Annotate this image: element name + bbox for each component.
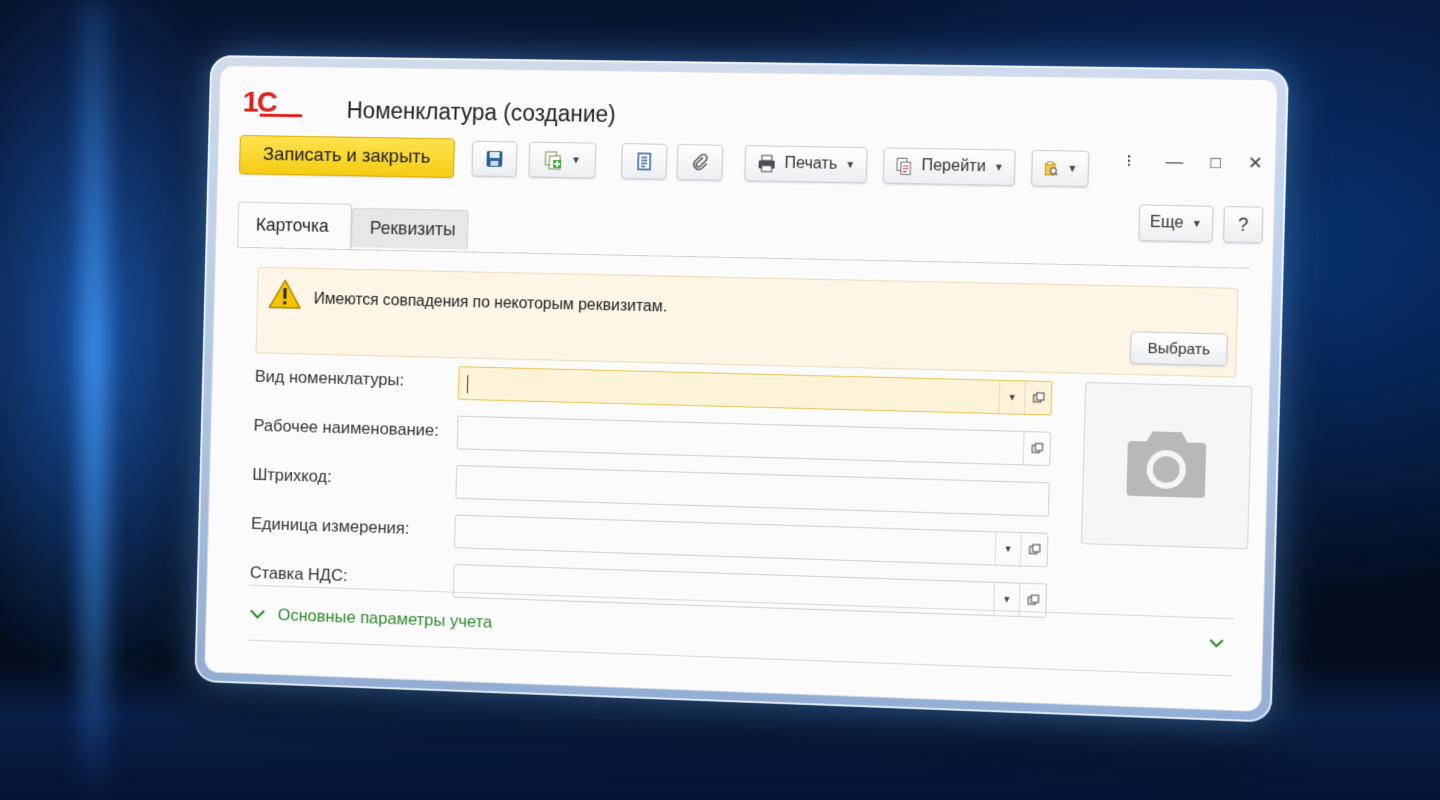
barcode-field[interactable] [455,465,1049,517]
chevron-down-icon [249,608,267,620]
open-icon[interactable] [1024,381,1051,414]
chevron-down-icon: ▼ [1192,218,1203,229]
save-button[interactable] [472,141,518,177]
create-based-on-icon [543,150,563,170]
unit-field[interactable]: ▼ [454,515,1048,568]
section-title: Основные параметры учета [277,605,492,632]
print-button[interactable]: Печать ▼ [744,145,867,183]
tab-strip: Карточка Реквизиты [237,202,238,247]
chevron-down-icon: ▼ [1067,163,1077,174]
document-button[interactable] [621,143,668,180]
print-label: Печать [784,155,837,174]
printer-icon [756,153,777,173]
window-title: Номенклатура (создание) [346,97,616,128]
text-cursor [467,375,468,393]
more-button[interactable]: Еще ▼ [1138,204,1213,242]
tab-divider [237,247,1249,269]
create-based-on-button[interactable]: ▼ [528,142,596,179]
field-label-unit: Единица измерения: [251,514,410,539]
chevron-down-icon: ▼ [845,159,855,170]
toolbar: Записать и закрыть ▼ Печать ▼ Перейти ▼ … [239,137,1255,198]
chevron-down-icon[interactable] [1208,638,1225,651]
camera-icon [1122,423,1211,507]
app-logo: 1С [242,86,304,118]
paperclip-icon [690,152,710,172]
app-window: 1С Номенклатура (создание) ⁝ — □ ✕ Запис… [204,65,1278,712]
floppy-disk-icon [484,149,504,169]
goto-label: Перейти [921,157,986,176]
duplicates-warning: Имеются совпадения по некоторым реквизит… [256,267,1239,378]
select-button[interactable]: Выбрать [1130,331,1228,366]
field-label-vat-rate: Ставка НДС: [250,563,348,586]
item-photo-placeholder[interactable] [1081,382,1252,549]
tab-card[interactable]: Карточка [237,202,352,249]
goto-icon [894,156,913,176]
chevron-down-icon: ▼ [994,162,1004,173]
attachment-button[interactable] [677,144,724,181]
field-label-working-name: Рабочее наименование: [253,416,439,441]
goto-button[interactable]: Перейти ▼ [883,147,1016,186]
working-name-field[interactable] [457,416,1051,467]
more-label: Еще [1150,214,1184,233]
document-icon [634,151,654,171]
field-label-item-kind: Вид номенклатуры: [255,367,405,391]
open-icon[interactable] [1020,533,1047,566]
item-kind-field[interactable]: ▼ [458,366,1053,415]
report-icon [1042,158,1059,179]
open-icon[interactable] [1023,432,1050,465]
warning-text: Имеются совпадения по некоторым реквизит… [314,291,668,317]
chevron-down-icon: ▼ [571,155,581,166]
chevron-down-icon[interactable]: ▼ [995,532,1021,565]
warning-triangle-icon [267,278,302,310]
help-button[interactable]: ? [1223,206,1263,243]
reports-button[interactable]: ▼ [1031,150,1089,187]
tab-details[interactable]: Реквизиты [351,208,469,250]
field-label-barcode: Штрихкод: [252,465,332,487]
chevron-down-icon[interactable]: ▼ [999,381,1025,414]
save-and-close-button[interactable]: Записать и закрыть [239,135,455,178]
window-frame: 1С Номенклатура (создание) ⁝ — □ ✕ Запис… [194,55,1289,723]
